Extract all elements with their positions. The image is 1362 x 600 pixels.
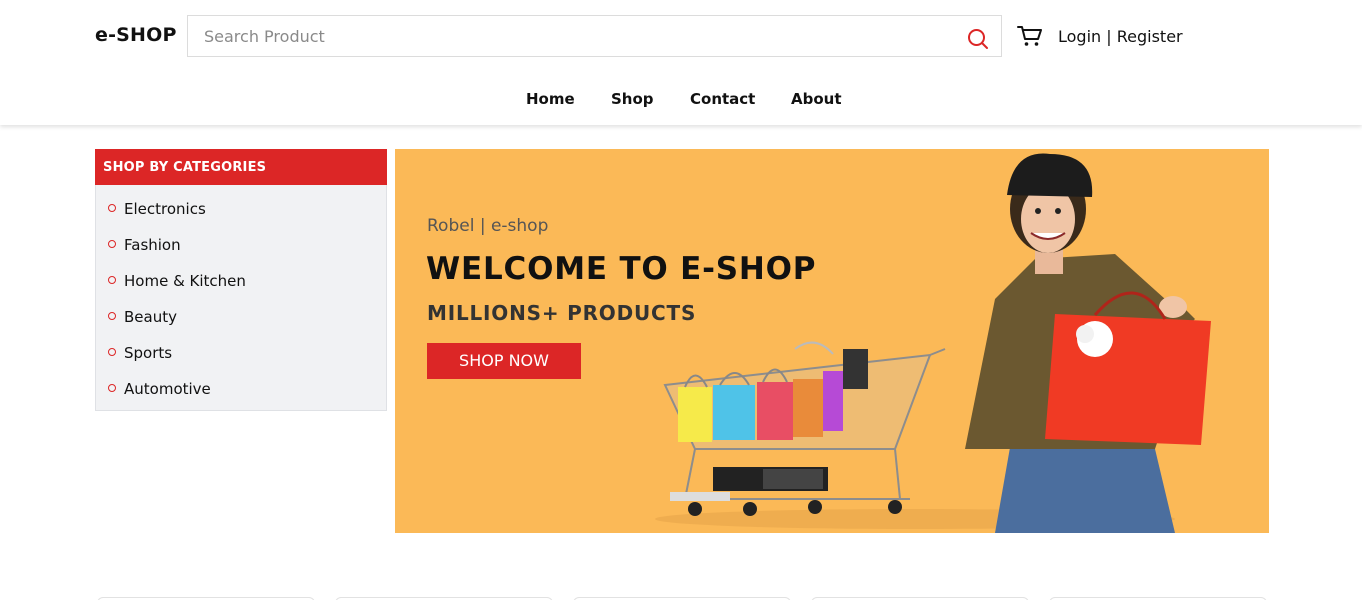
category-item-fashion[interactable]: Fashion — [96, 222, 386, 258]
category-item-electronics[interactable]: Electronics — [96, 186, 386, 222]
category-label: Beauty — [124, 308, 177, 326]
shop-now-button[interactable]: SHOP NOW — [427, 343, 581, 379]
register-link[interactable]: Register — [1117, 27, 1183, 46]
hero-illustration — [655, 153, 1211, 533]
category-item-sports[interactable]: Sports — [96, 330, 386, 366]
category-item-home-kitchen[interactable]: Home & Kitchen — [96, 258, 386, 294]
category-label: Fashion — [124, 236, 181, 254]
search-input[interactable] — [188, 16, 948, 56]
bullet-icon — [108, 348, 116, 356]
nav-shop[interactable]: Shop — [611, 90, 654, 108]
bullet-icon — [108, 312, 116, 320]
nav-contact[interactable]: Contact — [690, 90, 755, 108]
bullet-icon — [108, 240, 116, 248]
category-sidebar-title: SHOP BY CATEGORIES — [95, 149, 387, 185]
bullet-icon — [108, 384, 116, 392]
bullet-icon — [108, 204, 116, 212]
category-item-automotive[interactable]: Automotive — [96, 366, 386, 402]
banner-title: WELCOME TO E-SHOP — [426, 251, 817, 287]
category-label: Home & Kitchen — [124, 272, 246, 290]
category-label: Electronics — [124, 200, 206, 218]
category-label: Automotive — [124, 380, 211, 398]
auth-separator: | — [1101, 27, 1117, 46]
banner-tagline: MILLIONS+ PRODUCTS — [427, 301, 697, 325]
nav-home[interactable]: Home — [526, 90, 575, 108]
site-header: e-SHOP Login | Register Home Shop Contac… — [0, 0, 1362, 125]
nav-about[interactable]: About — [791, 90, 842, 108]
search-icon[interactable] — [966, 27, 990, 51]
category-label: Sports — [124, 344, 173, 362]
bullet-icon — [108, 276, 116, 284]
category-list: Electronics Fashion Home & Kitchen Beaut… — [96, 186, 386, 402]
search-bar — [187, 15, 1002, 57]
cart-icon[interactable] — [1017, 24, 1043, 48]
banner-subtitle: Robel | e-shop — [427, 216, 549, 236]
site-logo[interactable]: e-SHOP — [95, 24, 177, 46]
login-link[interactable]: Login — [1058, 27, 1101, 46]
hero-banner: Robel | e-shop WELCOME TO E-SHOP MILLION… — [395, 149, 1269, 533]
auth-links: Login | Register — [1058, 27, 1183, 46]
category-item-beauty[interactable]: Beauty — [96, 294, 386, 330]
category-sidebar: SHOP BY CATEGORIES Electronics Fashion H… — [95, 149, 387, 411]
